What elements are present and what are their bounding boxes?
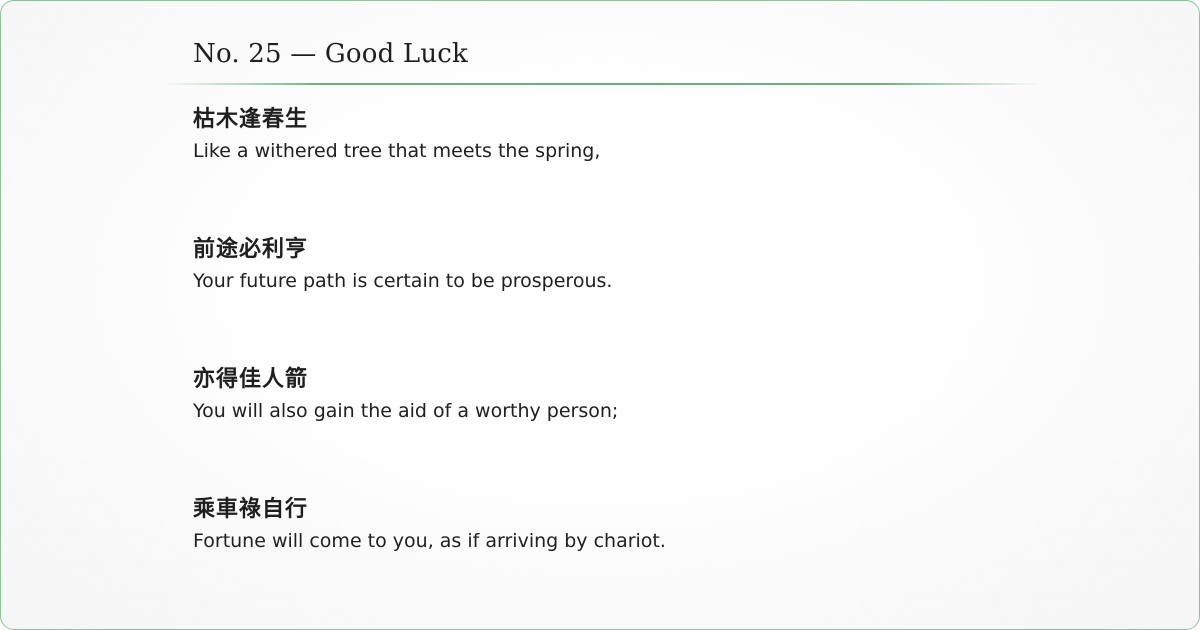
- verse-english: Your future path is certain to be prospe…: [193, 270, 613, 292]
- verse-item: 枯木逢春生 Like a withered tree that meets th…: [193, 103, 1043, 233]
- verse-chinese: 乘車祿自行: [193, 496, 309, 522]
- verse-list: 枯木逢春生 Like a withered tree that meets th…: [193, 103, 1043, 623]
- verse-item: 亦得佳人箭 You will also gain the aid of a wo…: [193, 363, 1043, 493]
- verse-item: 乘車祿自行 Fortune will come to you, as if ar…: [193, 493, 1043, 623]
- verse-chinese: 枯木逢春生: [193, 106, 309, 132]
- verse-chinese: 前途必利亨: [193, 236, 309, 262]
- page-title: No. 25 — Good Luck: [193, 39, 469, 69]
- header: No. 25 — Good Luck: [193, 35, 1043, 73]
- verse-english: Fortune will come to you, as if arriving…: [193, 530, 666, 552]
- fortune-card: No. 25 — Good Luck 枯木逢春生 Like a withered…: [0, 0, 1200, 630]
- verse-item: 前途必利亨 Your future path is certain to be …: [193, 233, 1043, 363]
- verse-english: You will also gain the aid of a worthy p…: [193, 400, 619, 422]
- verse-english: Like a withered tree that meets the spri…: [193, 140, 601, 162]
- verse-chinese: 亦得佳人箭: [193, 366, 309, 392]
- title-divider: [161, 83, 1041, 85]
